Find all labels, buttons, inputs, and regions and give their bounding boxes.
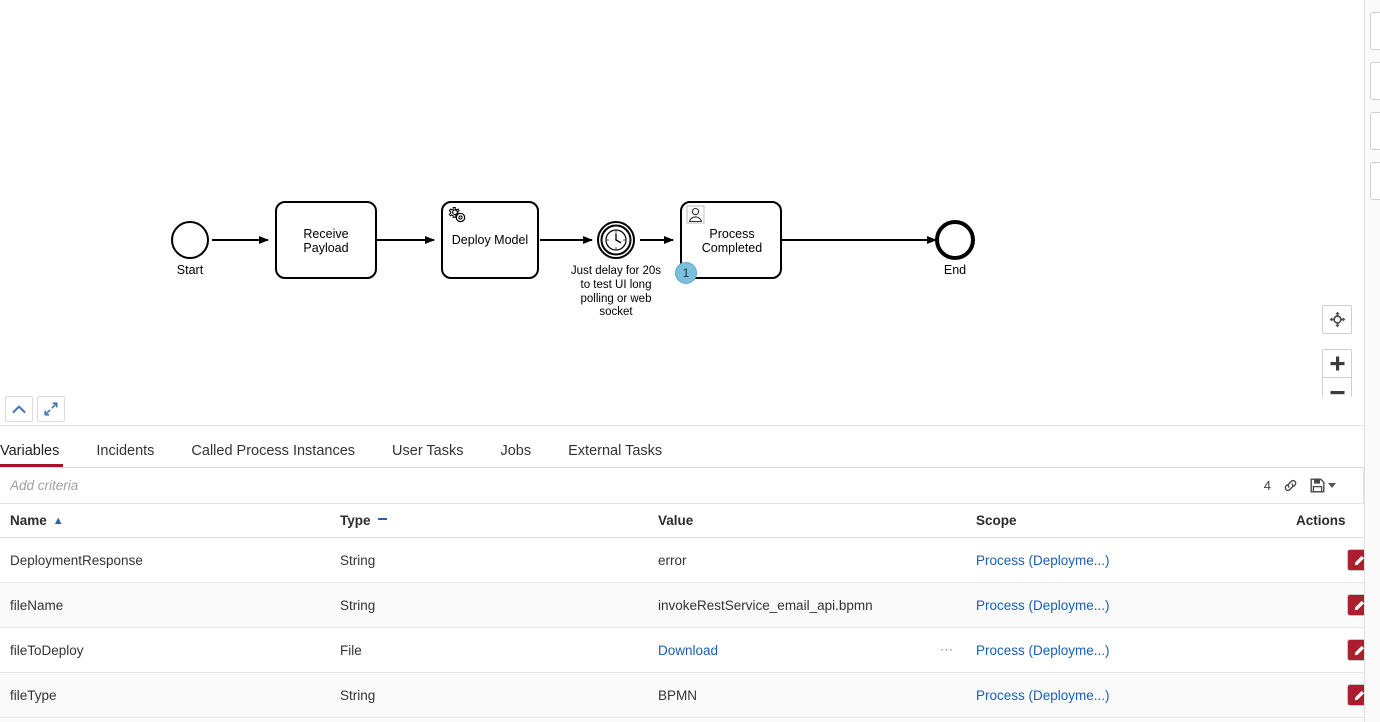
scope-link[interactable]: Process (Deployme...) — [976, 598, 1110, 613]
column-label-value: Value — [658, 513, 694, 528]
process-instance-view: 1 Start Receive Payload Deploy Model Jus… — [0, 0, 1380, 722]
clock-icon — [605, 229, 627, 251]
bpmn-diagram[interactable]: 1 Start Receive Payload Deploy Model Jus… — [0, 0, 1364, 397]
download-link[interactable]: Download — [658, 643, 718, 658]
tab-external-tasks[interactable]: External Tasks — [568, 443, 662, 468]
cell-variable-type: String — [340, 537, 658, 583]
cell-variable-scope: Process (Deployme...) — [976, 537, 1296, 583]
column-label-name: Name — [10, 513, 47, 528]
cell-variable-value: invokeRestService_email_api.bpmn — [658, 582, 976, 628]
column-label-type: Type — [340, 513, 371, 528]
zoom-out-button[interactable] — [1322, 378, 1352, 397]
table-row[interactable]: DeploymentResponse String error Process … — [0, 537, 1380, 583]
bpmn-timer-event[interactable] — [597, 221, 635, 259]
label-process-completed: Process — [709, 227, 754, 241]
sort-asc-icon: ▲ — [52, 515, 64, 527]
filter-tools: 4 — [1264, 478, 1354, 493]
collapse-diagram-button[interactable] — [5, 396, 33, 422]
cell-variable-value: BPMN — [658, 672, 976, 718]
cell-variable-type: String — [340, 582, 658, 628]
tab-incidents[interactable]: Incidents — [96, 443, 154, 468]
label-timer-1: Just delay for 20s — [571, 265, 661, 277]
chevron-up-icon — [12, 405, 26, 413]
table-header-row: Name ▲ Type Value Scope Actions — [0, 504, 1380, 538]
right-panel-card[interactable] — [1370, 162, 1380, 200]
right-panel-card[interactable] — [1370, 112, 1380, 150]
variables-table-body: DeploymentResponse String error Process … — [0, 537, 1380, 718]
label-start: Start — [177, 263, 204, 277]
column-label-scope: Scope — [976, 513, 1017, 528]
zoom-in-button[interactable] — [1322, 349, 1352, 378]
column-header-value[interactable]: Value — [658, 504, 976, 538]
tab-called-process-instances[interactable]: Called Process Instances — [191, 443, 355, 468]
cell-variable-type: File — [340, 627, 658, 673]
token-count-badge: 1 — [675, 262, 697, 284]
column-header-name[interactable]: Name ▲ — [0, 504, 340, 538]
pencil-icon — [1354, 690, 1364, 700]
variables-table-wrapper: Name ▲ Type Value Scope Actions Deployme… — [0, 504, 1380, 722]
sort-none-icon — [377, 518, 387, 521]
table-row[interactable]: fileType String BPMN Process (Deployme..… — [0, 672, 1380, 718]
label-deploy-model: Deploy Model — [452, 233, 528, 247]
link-icon[interactable] — [1283, 478, 1298, 493]
table-row[interactable]: fileName String invokeRestService_email_… — [0, 582, 1380, 628]
label-receive-payload-2: Payload — [303, 241, 348, 255]
cell-variable-name: DeploymentResponse — [0, 537, 340, 583]
column-header-type[interactable]: Type — [340, 504, 658, 538]
label-timer-2: to test UI long — [581, 279, 652, 291]
cell-variable-scope: Process (Deployme...) — [976, 672, 1296, 718]
save-icon[interactable] — [1310, 478, 1336, 493]
crosshair-move-icon — [1329, 311, 1345, 328]
cell-variable-name: fileType — [0, 672, 340, 718]
minus-icon — [1330, 390, 1344, 394]
label-timer-4: socket — [599, 306, 633, 318]
scope-link[interactable]: Process (Deployme...) — [976, 688, 1110, 703]
pencil-icon — [1354, 600, 1364, 610]
pencil-icon — [1354, 645, 1364, 655]
right-panel-card[interactable] — [1370, 12, 1380, 50]
pencil-icon — [1354, 555, 1364, 565]
tab-variables[interactable]: Variables — [0, 443, 64, 468]
right-panel-card[interactable] — [1370, 62, 1380, 100]
variables-table: Name ▲ Type Value Scope Actions Deployme… — [0, 504, 1380, 718]
filter-bar: 4 — [0, 468, 1364, 504]
details-tabbar: Variables Incidents Called Process Insta… — [0, 426, 1364, 468]
expand-arrows-icon — [44, 402, 58, 416]
bpmn-end-event[interactable] — [935, 220, 975, 260]
label-receive-payload: Receive — [303, 227, 348, 241]
tab-user-tasks[interactable]: User Tasks — [392, 443, 463, 468]
table-footer-strip — [0, 718, 1364, 722]
cell-variable-value: Download ⋯ — [658, 627, 976, 673]
cell-variable-value: error — [658, 537, 976, 583]
plus-icon — [1330, 356, 1344, 371]
cell-variable-name: fileToDeploy — [0, 627, 340, 673]
column-label-actions: Actions — [1296, 513, 1346, 528]
scope-link[interactable]: Process (Deployme...) — [976, 553, 1110, 568]
label-process-completed-2: Completed — [702, 241, 762, 255]
label-end: End — [944, 263, 966, 277]
cell-variable-scope: Process (Deployme...) — [976, 582, 1296, 628]
expand-diagram-button[interactable] — [37, 396, 65, 422]
variables-table-head: Name ▲ Type Value Scope Actions — [0, 504, 1380, 538]
bpmn-diagram-canvas[interactable]: 1 Start Receive Payload Deploy Model Jus… — [0, 0, 1364, 397]
tab-jobs[interactable]: Jobs — [500, 443, 531, 468]
right-side-panel — [1364, 0, 1380, 722]
column-header-scope[interactable]: Scope — [976, 504, 1296, 538]
instance-details-panel: Variables Incidents Called Process Insta… — [0, 425, 1380, 722]
scope-link[interactable]: Process (Deployme...) — [976, 643, 1110, 658]
bpmn-start-event[interactable] — [171, 221, 209, 259]
diagram-zoom-controls — [1322, 305, 1352, 397]
table-row[interactable]: fileToDeploy File Download ⋯ Process (De… — [0, 627, 1380, 673]
label-timer-3: polling or web — [581, 293, 652, 305]
token-badge-label: 1 — [683, 268, 689, 280]
value-overflow-ellipsis: ⋯ — [940, 642, 954, 657]
add-criteria-input[interactable] — [10, 478, 1264, 493]
result-count: 4 — [1263, 478, 1271, 493]
cell-variable-name: fileName — [0, 582, 340, 628]
cell-variable-scope: Process (Deployme...) — [976, 627, 1296, 673]
diagram-footer-controls — [5, 396, 65, 422]
reset-view-button[interactable] — [1322, 305, 1352, 334]
cell-variable-type: String — [340, 672, 658, 718]
chevron-down-icon — [1328, 483, 1336, 488]
